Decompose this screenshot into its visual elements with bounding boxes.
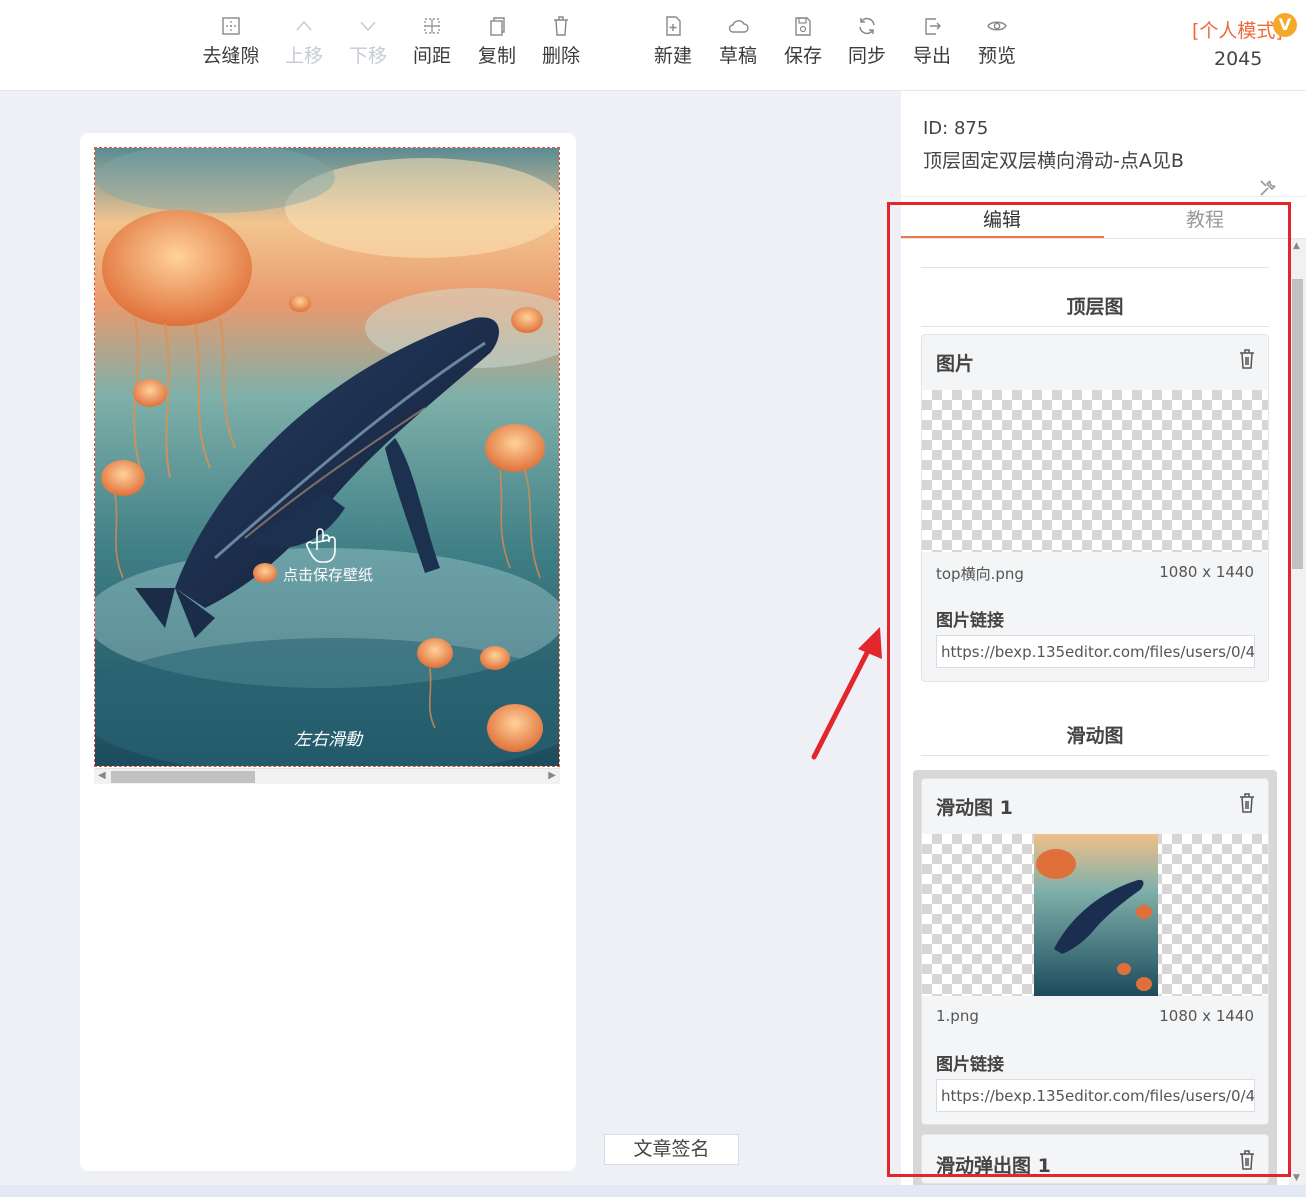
top-image-preview[interactable]	[922, 390, 1268, 552]
gap-icon	[222, 17, 240, 35]
draft-button[interactable]: 草稿	[707, 14, 769, 68]
bottom-status-strip	[0, 1185, 1306, 1197]
artwork-save-hint: 点击保存壁纸	[283, 566, 373, 584]
active-tab-indicator	[901, 236, 1104, 238]
delete-slide-image-icon[interactable]	[1238, 792, 1256, 814]
scroll-right-arrow-icon[interactable]: ▶	[548, 770, 556, 781]
eye-icon	[987, 21, 1007, 31]
save-icon	[795, 17, 811, 36]
preview-button[interactable]: 预览	[966, 14, 1028, 68]
spacing-label: 间距	[412, 45, 451, 67]
sync-icon	[859, 17, 875, 35]
wrench-icon[interactable]	[1258, 178, 1278, 198]
tab-edit[interactable]: 编辑	[901, 205, 1103, 232]
slide-image-filename: 1.png	[936, 1007, 979, 1025]
preview-label: 预览	[977, 45, 1016, 67]
move-down-label: 下移	[348, 45, 387, 67]
copy-icon	[490, 17, 505, 36]
spacing-button[interactable]: 间距	[401, 14, 463, 68]
draft-label: 草稿	[718, 45, 757, 67]
template-id: ID: 875	[923, 118, 989, 139]
whale-jellyfish-image: 点击保存壁纸 左右滑動	[95, 148, 559, 766]
article-signature-button[interactable]: 文章签名	[604, 1134, 739, 1165]
remove-gap-label: 去缝隙	[202, 45, 260, 67]
top-toolbar: 去缝隙 上移 下移 间距 复制 删除 新建 草稿 保存 同步 导出 预览 [个人…	[0, 0, 1306, 91]
cloud-icon	[728, 20, 749, 33]
export-label: 导出	[912, 45, 951, 67]
new-button[interactable]: 新建	[642, 14, 704, 68]
copy-button[interactable]: 复制	[466, 14, 528, 68]
copy-label: 复制	[477, 45, 516, 67]
panel-vertical-scrollbar[interactable]: ▲ ▼	[1289, 239, 1306, 1185]
new-label: 新建	[653, 45, 692, 67]
artwork-preview[interactable]: 点击保存壁纸 左右滑動	[94, 147, 560, 767]
top-image-card: 图片 top横向.png 1080 x 1440 图片链接 https://be…	[921, 334, 1269, 682]
artwork-horizontal-scrollbar[interactable]: ◀ ▶	[94, 768, 560, 784]
scroll-left-arrow-icon[interactable]: ◀	[98, 770, 106, 781]
top-image-dimensions: 1080 x 1440	[1159, 563, 1254, 581]
scrollbar-thumb[interactable]	[111, 771, 255, 783]
delete-label: 删除	[541, 45, 580, 67]
sync-button[interactable]: 同步	[836, 14, 898, 68]
scrollbar-thumb[interactable]	[1292, 279, 1303, 569]
divider	[921, 267, 1269, 268]
export-icon	[925, 18, 941, 35]
slide-popup-card: 滑动弹出图 1	[921, 1134, 1269, 1184]
slide-image-preview[interactable]	[922, 834, 1268, 996]
credit-count: 2045	[1214, 48, 1263, 70]
new-file-icon	[666, 16, 681, 36]
personal-mode-link[interactable]: [个人模式]	[1192, 16, 1283, 43]
save-label: 保存	[783, 45, 822, 67]
annotation-arrow-icon	[811, 627, 882, 760]
remove-gap-button[interactable]: 去缝隙	[200, 14, 262, 68]
export-button[interactable]: 导出	[901, 14, 963, 68]
sync-label: 同步	[847, 45, 886, 67]
slide-image-link-label: 图片链接	[936, 1055, 1004, 1075]
slide-image-card: 滑动图 1 1.png 1080 x 1440 图片链接 https://bex…	[921, 778, 1269, 1125]
chevron-up-icon	[296, 20, 312, 31]
top-image-card-title: 图片	[936, 353, 975, 375]
panel-tabs: 编辑 教程	[901, 196, 1306, 239]
slide-image-dimensions: 1080 x 1440	[1159, 1007, 1254, 1025]
slide-image-link-input[interactable]: https://bexp.135editor.com/files/users/0…	[936, 1079, 1255, 1112]
delete-slide-popup-icon[interactable]	[1238, 1149, 1256, 1171]
scroll-up-arrow-icon[interactable]: ▲	[1293, 241, 1300, 251]
move-down-button[interactable]: 下移	[337, 14, 399, 68]
top-image-filename: top横向.png	[936, 565, 1024, 583]
trash-icon	[554, 16, 568, 36]
tab-tutorial[interactable]: 教程	[1104, 205, 1306, 232]
slide-section-title: 滑动图	[1066, 725, 1124, 747]
top-image-link-input[interactable]: https://bexp.135editor.com/files/users/0…	[936, 635, 1255, 668]
move-up-button[interactable]: 上移	[273, 14, 335, 68]
chevron-down-icon	[360, 21, 376, 32]
spacing-icon	[424, 18, 440, 34]
slide-image-card-title: 滑动图 1	[936, 797, 1013, 819]
delete-button[interactable]: 删除	[530, 14, 592, 68]
vip-badge: V	[1273, 13, 1297, 37]
move-up-label: 上移	[284, 45, 323, 67]
top-image-link-label: 图片链接	[936, 611, 1004, 631]
divider	[921, 326, 1269, 327]
slide-thumbnail	[1034, 834, 1158, 996]
delete-top-image-icon[interactable]	[1238, 348, 1256, 370]
template-title: 顶层固定双层横向滑动-点A见B	[923, 150, 1184, 172]
scroll-down-arrow-icon[interactable]: ▼	[1293, 1173, 1300, 1183]
divider	[921, 755, 1269, 756]
slide-popup-card-title: 滑动弹出图 1	[936, 1155, 1051, 1177]
top-layer-section-title: 顶层图	[1066, 296, 1124, 318]
artwork-swipe-hint: 左右滑動	[294, 730, 364, 750]
save-button[interactable]: 保存	[772, 14, 834, 68]
